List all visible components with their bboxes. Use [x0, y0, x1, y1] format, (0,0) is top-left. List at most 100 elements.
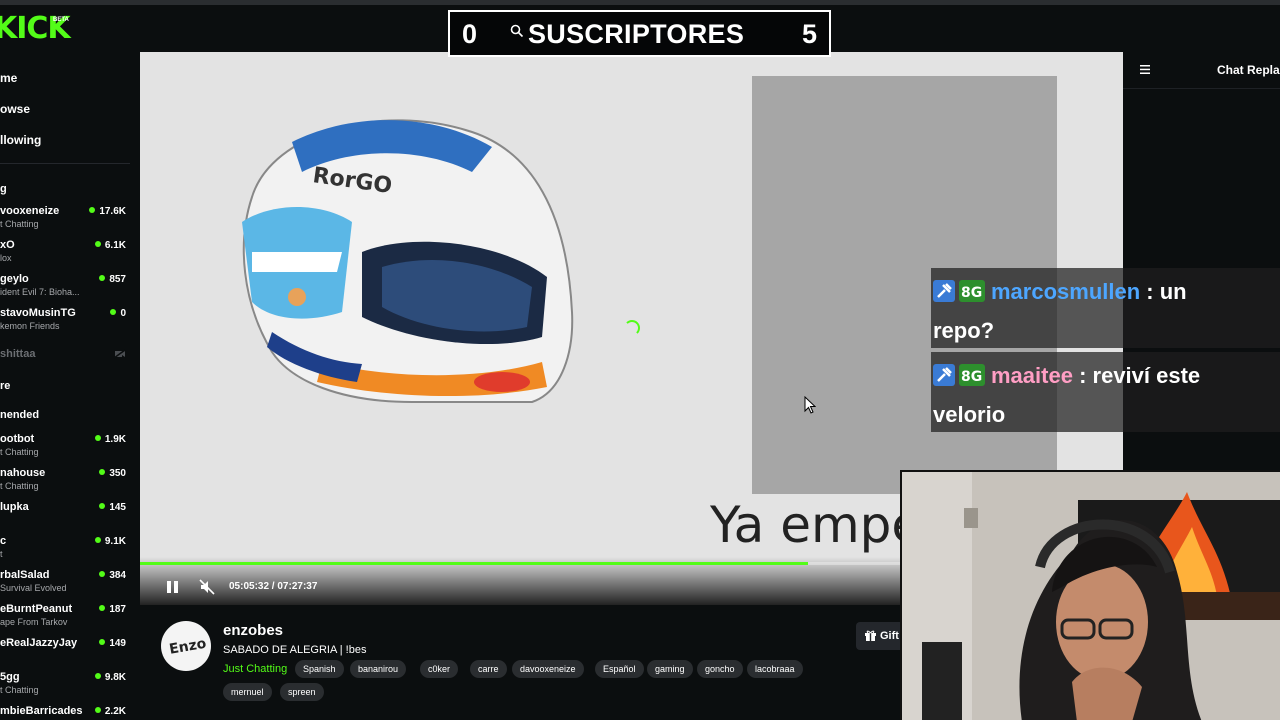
sidebar-nav-browse[interactable]: owse	[0, 102, 30, 116]
sidebar-channel[interactable]: 5gg t Chatting 9.8K	[0, 671, 140, 705]
avatar-logo-icon: Enzo	[162, 622, 210, 670]
sidebar-channel[interactable]: vooxeneize t Chatting 17.6K	[0, 205, 140, 239]
category-link[interactable]: Just Chatting	[223, 663, 287, 675]
channel-name: geylo	[0, 273, 29, 285]
tag[interactable]: spreen	[280, 683, 324, 701]
beta-badge: BETA	[53, 17, 69, 23]
channel-category: Survival Evolved	[0, 583, 67, 593]
live-dot-icon	[99, 275, 106, 281]
viewer-count: 6.1K	[94, 240, 126, 251]
video-overlay-text: Ya empe	[710, 496, 923, 554]
sidebar-channel[interactable]: stavoMusinTG kemon Friends 0	[0, 307, 140, 341]
collapse-chat-icon[interactable]	[1140, 65, 1150, 74]
streamer-avatar[interactable]: Enzo	[161, 621, 211, 671]
channel-category: kemon Friends	[0, 321, 60, 331]
streamer-name[interactable]: enzobes	[223, 622, 283, 639]
viewer-count: 187	[99, 604, 126, 615]
tag[interactable]: lacobraaa	[747, 660, 803, 678]
sidebar-nav-following[interactable]: llowing	[0, 133, 41, 147]
channel-category: t Chatting	[0, 481, 39, 491]
offline-icon	[114, 349, 126, 359]
live-dot-icon	[94, 707, 101, 713]
live-dot-icon	[99, 571, 106, 577]
live-dot-icon	[94, 673, 101, 679]
counter-left-value: 0	[462, 19, 478, 49]
tag[interactable]: carre	[470, 660, 507, 678]
webcam-feed-image	[902, 472, 1280, 720]
sidebar-channel[interactable]: nahouse t Chatting 350	[0, 467, 140, 501]
app-root: KICK BETA 0 SUSCRIPTORES 5 me owse llowi…	[0, 0, 1280, 720]
webcam-overlay	[900, 470, 1280, 720]
sidebar-channel[interactable]: c t 9.1K	[0, 535, 140, 569]
chat-username[interactable]: maaitee	[991, 363, 1073, 388]
svg-text:8G: 8G	[961, 285, 982, 301]
channel-name: vooxeneize	[0, 205, 60, 217]
sidebar-channel[interactable]: ootbot t Chatting 1.9K	[0, 433, 140, 467]
tag[interactable]: gaming	[647, 660, 693, 678]
sidebar: me owse llowing g vooxeneize t Chatting …	[0, 52, 140, 720]
sidebar-divider	[0, 163, 130, 164]
mouse-cursor-icon	[804, 396, 816, 414]
sidebar-channel[interactable]: rbalSalad Survival Evolved 384	[0, 569, 140, 603]
channel-name: mbieBarricades	[0, 705, 83, 717]
channel-name: eRealJazzyJay	[0, 637, 78, 649]
tag[interactable]: davooxeneize	[512, 660, 584, 678]
tag[interactable]: Spanish	[295, 660, 344, 678]
sidebar-channel[interactable]: eBurntPeanut ape From Tarkov 187	[0, 603, 140, 637]
chat-message-text: velorio	[933, 402, 1006, 427]
viewer-count: 9.8K	[94, 672, 126, 683]
moderator-badge-icon: 8G	[933, 280, 985, 302]
pause-button[interactable]	[166, 580, 180, 594]
live-dot-icon	[99, 469, 106, 475]
tag[interactable]: bananirou	[350, 660, 407, 678]
viewer-count: 350	[99, 468, 126, 479]
channel-category: lox	[0, 253, 12, 263]
channel-name: ootbot	[0, 433, 35, 445]
viewer-count: 0	[110, 308, 126, 319]
tag[interactable]: goncho	[697, 660, 743, 678]
channel-name: 5gg	[0, 671, 20, 683]
recommended-section-label: nended	[0, 409, 40, 421]
sidebar-channel[interactable]: geylo ident Evil 7: Bioha... 857	[0, 273, 140, 307]
tag[interactable]: Español	[595, 660, 644, 678]
channel-category: t Chatting	[0, 685, 39, 695]
channel-category: t Chatting	[0, 219, 39, 229]
chat-message-text: reviví este	[1092, 363, 1201, 388]
channel-category: ape From Tarkov	[0, 617, 68, 627]
search-icon	[510, 24, 524, 38]
muted-speaker-icon[interactable]	[199, 579, 215, 595]
channel-name: c	[0, 535, 7, 547]
channel-name: nahouse	[0, 467, 46, 479]
live-dot-icon	[99, 605, 106, 611]
viewer-count: 384	[99, 570, 126, 581]
sidebar-channel[interactable]: mbieBarricades 2.2K	[0, 705, 140, 720]
channel-name: rbalSalad	[0, 569, 50, 581]
live-dot-icon	[94, 241, 101, 247]
sidebar-channel[interactable]: lupka 145	[0, 501, 140, 535]
sidebar-channel[interactable]: eRealJazzyJay 149	[0, 637, 140, 671]
sidebar-channel[interactable]: xO lox 6.1K	[0, 239, 140, 273]
channel-name: shittaa	[0, 348, 36, 360]
tag[interactable]: c0ker	[420, 660, 459, 678]
sidebar-nav-home[interactable]: me	[0, 71, 17, 85]
chat-username[interactable]: marcosmullen	[991, 279, 1140, 304]
channel-category: ident Evil 7: Bioha...	[0, 287, 80, 297]
channel-category: t	[0, 549, 3, 559]
chat-message-text: repo?	[933, 318, 995, 343]
sidebar-channel-offline[interactable]: shittaa	[0, 348, 140, 382]
viewer-count: 9.1K	[94, 536, 126, 547]
chat-message: 8G maaitee : reviví este velorio	[931, 352, 1280, 432]
show-more-link[interactable]: re	[0, 380, 10, 392]
chat-title: Chat Repla	[1217, 63, 1280, 77]
viewer-count: 2.2K	[94, 706, 126, 717]
channel-name: stavoMusinTG	[0, 307, 76, 319]
live-dot-icon	[99, 639, 106, 645]
following-section-label: g	[0, 183, 7, 195]
viewer-count: 145	[99, 502, 126, 513]
live-dot-icon	[94, 537, 101, 543]
tag[interactable]: mernuel	[223, 683, 272, 701]
viewer-count: 149	[99, 638, 126, 649]
stream-info: Enzo enzobes SABADO DE ALEGRIA | !bes Ju…	[140, 605, 916, 720]
channel-name: eBurntPeanut	[0, 603, 73, 615]
viewer-count: 1.9K	[94, 434, 126, 445]
